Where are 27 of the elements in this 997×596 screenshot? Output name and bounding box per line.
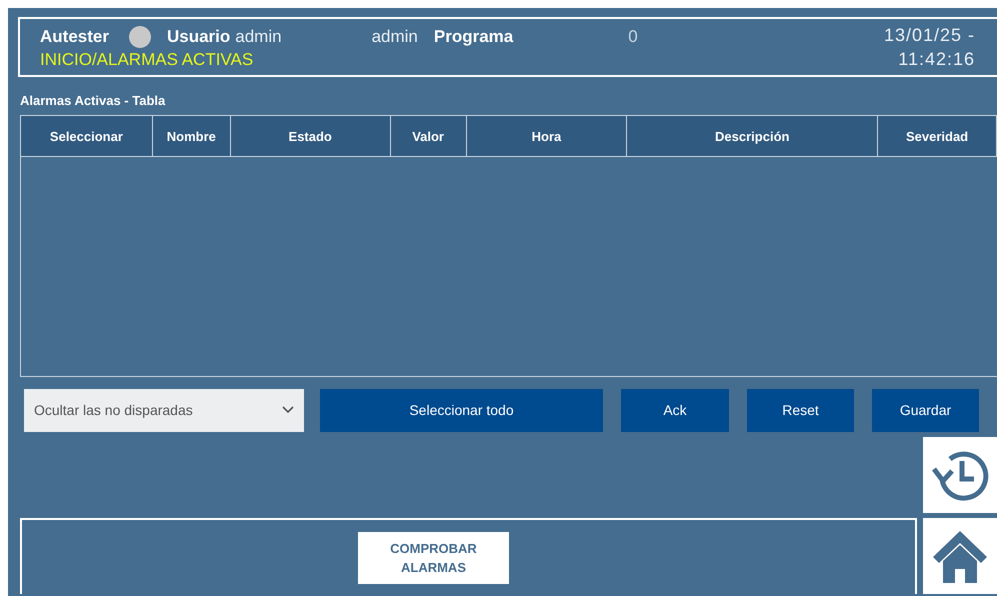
filter-dropdown[interactable]: Ocultar las no disparadas (24, 388, 304, 432)
status-dot-icon (128, 26, 151, 48)
column-header: Descripción (627, 116, 878, 156)
user-label: Usuario (166, 27, 230, 47)
app-name: Autester (40, 27, 109, 47)
table-title: Alarmas Activas - Tabla (20, 93, 166, 110)
home-button[interactable] (923, 518, 997, 594)
check-alarms-button[interactable]: COMPROBAR ALARMAS (358, 532, 509, 584)
time-text: 11:42:16 (898, 48, 975, 71)
column-header: Nombre (152, 116, 231, 156)
date-text: 13/01/25 - (884, 24, 975, 47)
user-name: admin (235, 27, 282, 47)
action-button[interactable]: Reset (747, 388, 854, 432)
history-button[interactable] (923, 437, 997, 513)
user-name: admin (372, 27, 418, 47)
column-header: Valor (390, 116, 467, 156)
column-header: Estado (230, 116, 391, 156)
program-value: 0 (628, 27, 638, 47)
action-button[interactable]: Seleccionar todo (320, 388, 603, 432)
column-header: Hora (466, 116, 628, 156)
program-label: Programa (434, 27, 514, 47)
breadcrumb: INICIO/ALARMAS ACTIVAS (40, 50, 254, 70)
action-button[interactable]: Guardar (872, 388, 979, 432)
action-button[interactable]: Ack (621, 388, 729, 432)
column-header: Seleccionar (21, 116, 153, 156)
column-header: Severidad (878, 116, 997, 156)
chevron-down-icon (282, 406, 294, 414)
